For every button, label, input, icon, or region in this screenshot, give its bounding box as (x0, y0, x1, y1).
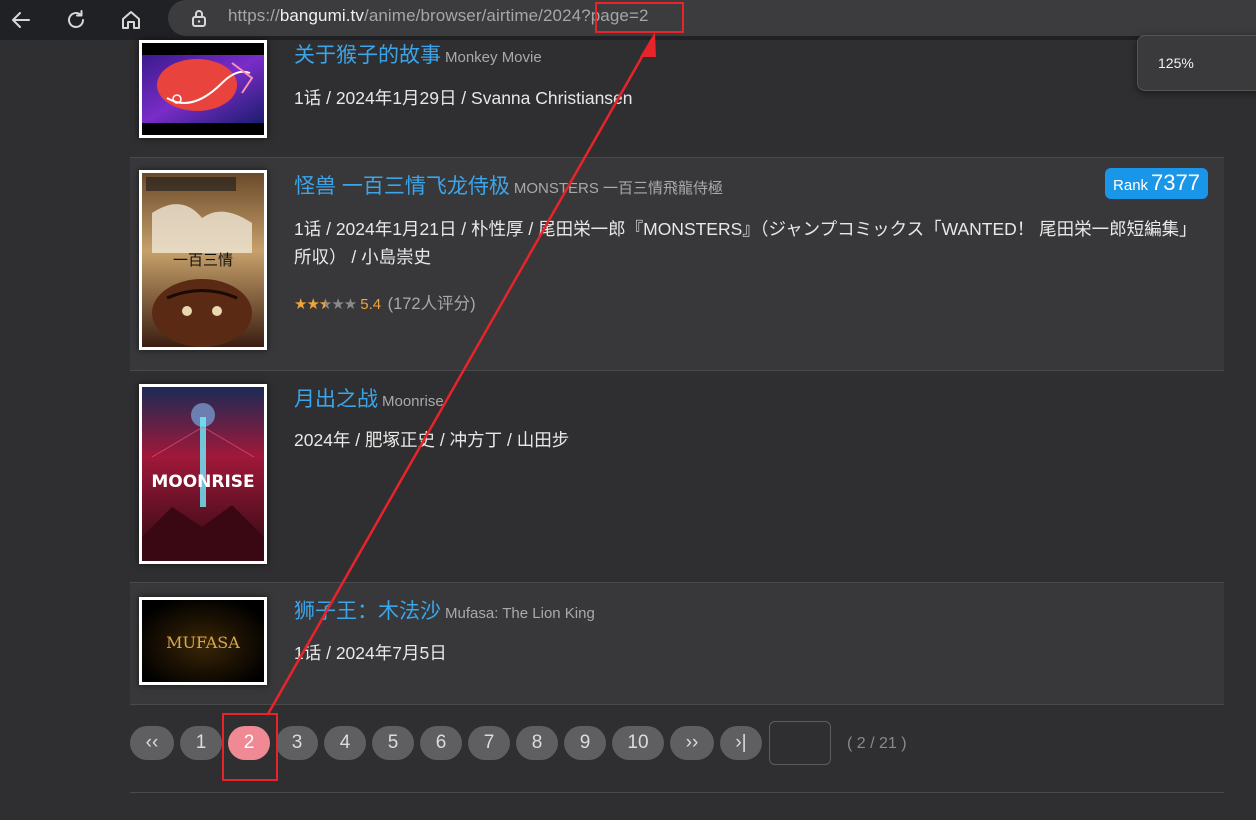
rank-label: Rank (1113, 177, 1149, 194)
next-page-button[interactable]: ›› (670, 726, 714, 760)
rank-badge: Rank 7377 (1105, 168, 1208, 199)
page-button-7[interactable]: 7 (468, 726, 510, 760)
divider (130, 792, 1224, 793)
item-title: 怪兽 一百三情飞龙侍极 MONSTERS 一百三情飛龍侍極 (294, 170, 723, 200)
list-item: 关于猴子的故事 Monkey Movie 1话 / 2024年1月29日 / Sv… (130, 40, 1224, 157)
list-item: MOONRISE 月出之战 Moonrise 2024年 / 肥塚正史 / 冲方丁… (130, 371, 1224, 582)
rating-score: 5.4 (360, 296, 382, 313)
page-button-2[interactable]: 2 (228, 726, 270, 760)
cover-image[interactable]: MUFASA (139, 597, 267, 685)
title-link[interactable]: 关于猴子的故事 (294, 44, 441, 67)
item-info: 1话 / 2024年1月29日 / Svanna Christiansen (294, 88, 633, 108)
first-page-button[interactable]: ‹‹ (130, 726, 174, 760)
rank-number: 7377 (1151, 170, 1200, 195)
item-info: 1话 / 2024年7月5日 (294, 643, 447, 663)
mufasa-cover-art: MUFASA (142, 600, 264, 682)
svg-text:MUFASA: MUFASA (166, 633, 240, 652)
item-info: 1话 / 2024年1月21日 / 朴性厚 / 尾田栄一郎『MONSTERS』（… (294, 219, 1197, 267)
url-prefix: https:// (228, 6, 280, 25)
page-button-5[interactable]: 5 (372, 726, 414, 760)
url-query: ?page=2 (581, 6, 649, 25)
url-path: /anime/browser/airtime/2024 (364, 6, 582, 25)
item-title: 月出之战 Moonrise (294, 383, 444, 413)
rating-votes: (172人评分) (387, 295, 476, 313)
url-text[interactable]: https://bangumi.tv/anime/browser/airtime… (228, 6, 649, 26)
reload-icon[interactable] (61, 5, 91, 35)
page-button-3[interactable]: 3 (276, 726, 318, 760)
lock-icon[interactable] (188, 7, 210, 29)
svg-text:一百三情: 一百三情 (173, 251, 233, 269)
cover-image[interactable]: 一百三情 (139, 170, 267, 350)
page-jump-input[interactable] (769, 721, 831, 765)
page-button-8[interactable]: 8 (516, 726, 558, 760)
back-icon[interactable] (6, 5, 36, 35)
page-button-9[interactable]: 9 (564, 726, 606, 760)
item-title: 关于猴子的故事 Monkey Movie (294, 39, 542, 69)
page-button-10[interactable]: 10 (612, 726, 664, 760)
item-info: 2024年 / 肥塚正史 / 冲方丁 / 山田步 (294, 430, 570, 450)
page-button-4[interactable]: 4 (324, 726, 366, 760)
title-link[interactable]: 怪兽 一百三情飞龙侍极 (294, 175, 510, 198)
original-title: Monkey Movie (445, 49, 542, 66)
cover-image[interactable] (139, 40, 267, 138)
original-title: MONSTERS 一百三情飛龍侍極 (513, 180, 724, 197)
page-button-6[interactable]: 6 (420, 726, 462, 760)
home-icon[interactable] (116, 5, 146, 35)
monkey-cover-art (142, 43, 264, 135)
original-title: Mufasa: The Lion King (445, 605, 595, 622)
title-link[interactable]: 狮子王：木法沙 (294, 600, 441, 623)
last-page-button[interactable]: ›| (720, 726, 762, 760)
divider (130, 704, 1224, 705)
page-count: ( 2 / 21 ) (847, 735, 907, 752)
item-title: 狮子王：木法沙 Mufasa: The Lion King (294, 595, 595, 625)
svg-text:MOONRISE: MOONRISE (151, 472, 254, 492)
original-title: Moonrise (382, 393, 444, 410)
list-item: 一百三情 怪兽 一百三情飞龙侍极 MONSTERS 一百三情飛龍侍極 Rank 73… (130, 158, 1224, 370)
rating: ★★★★★★5.4 (172人评分) (294, 290, 476, 314)
page-button-1[interactable]: 1 (180, 726, 222, 760)
moonrise-cover-art: MOONRISE (142, 387, 264, 561)
url-host: bangumi.tv (279, 6, 364, 25)
monsters-cover-art: 一百三情 (142, 173, 264, 347)
title-link[interactable]: 月出之战 (294, 388, 378, 411)
browser-toolbar: https://bangumi.tv/anime/browser/airtime… (0, 0, 1256, 40)
list-item: MUFASA 狮子王：木法沙 Mufasa: The Lion King 1话 /… (130, 583, 1224, 704)
star-rating-icon: ★★★★★★ (294, 296, 357, 313)
cover-image[interactable]: MOONRISE (139, 384, 267, 564)
